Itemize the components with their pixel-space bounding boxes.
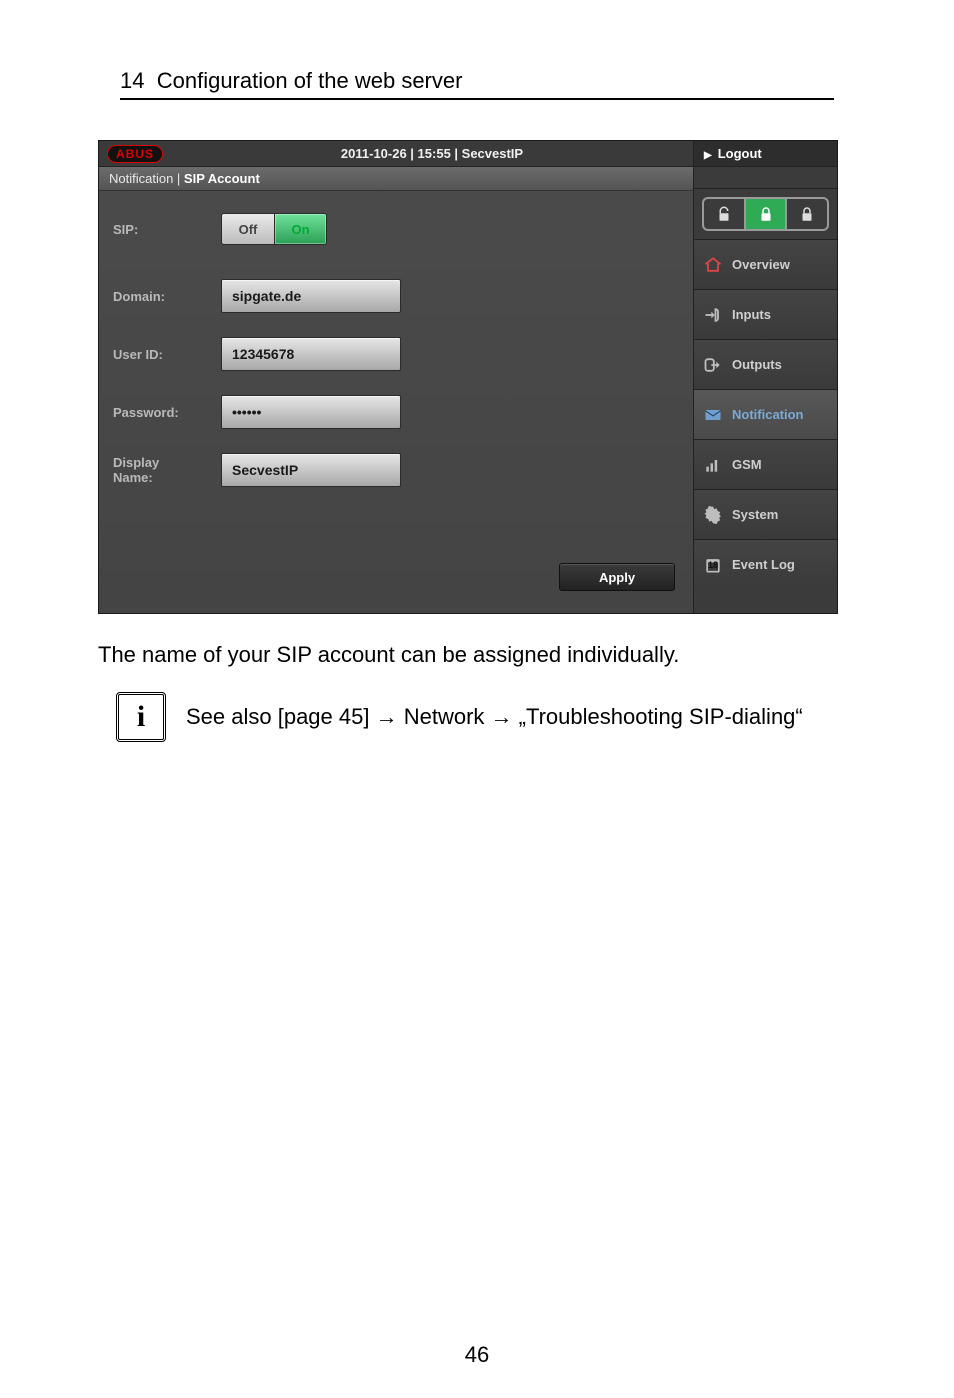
- breadcrumb-section: Notification: [109, 171, 173, 186]
- breadcrumb-page: SIP Account: [184, 171, 260, 186]
- sidebar-item-system[interactable]: System: [694, 489, 837, 539]
- note-tail: „Troubleshooting SIP-dialing“: [513, 704, 803, 729]
- sidebar-item-label: Overview: [732, 257, 790, 272]
- sidebar-item-inputs[interactable]: Inputs: [694, 289, 837, 339]
- lock-open-icon[interactable]: [704, 199, 744, 229]
- calendar-badge: 18: [708, 560, 718, 570]
- brand-text: ABUS: [107, 145, 163, 163]
- sidebar-item-label: Notification: [732, 407, 804, 422]
- top-bar: ABUS 2011-10-26 | 15:55 | SecvestIP ▶ Log…: [99, 141, 837, 167]
- sidebar-spacer: [694, 167, 837, 189]
- sidebar-item-label: GSM: [732, 457, 762, 472]
- logout-button[interactable]: ▶ Logout: [693, 141, 837, 166]
- sidebar-item-label: Outputs: [732, 357, 782, 372]
- sip-toggle[interactable]: Off On: [221, 213, 327, 245]
- sidebar: Overview Inputs Outputs: [693, 167, 837, 613]
- topbar-title: 2011-10-26 | 15:55 | SecvestIP: [171, 141, 693, 166]
- sidebar-item-label: Inputs: [732, 307, 771, 322]
- page-number: 46: [0, 1342, 954, 1398]
- arrow2: →: [491, 704, 513, 729]
- domain-label: Domain:: [113, 289, 221, 304]
- signal-bars-icon: [702, 454, 724, 476]
- sidebar-item-overview[interactable]: Overview: [694, 239, 837, 289]
- sidebar-item-label: System: [732, 507, 778, 522]
- arrow1: →: [376, 704, 398, 729]
- output-arrow-icon: [702, 354, 724, 376]
- sip-toggle-off[interactable]: Off: [222, 214, 274, 244]
- chapter-num: 14: [120, 68, 144, 93]
- userid-input[interactable]: [221, 337, 401, 371]
- body-paragraph: The name of your SIP account can be assi…: [98, 642, 874, 668]
- displayname-label: Display Name:: [113, 455, 221, 485]
- envelope-icon: [702, 404, 724, 426]
- password-input[interactable]: [221, 395, 401, 429]
- calendar-icon: 18: [702, 554, 724, 576]
- info-note: i See also [page 45] → Network → „Troubl…: [116, 692, 874, 742]
- screenshot-panel: ABUS 2011-10-26 | 15:55 | SecvestIP ▶ Log…: [98, 140, 838, 614]
- chapter-heading: 14 Configuration of the web server: [120, 68, 834, 94]
- chapter-title: Configuration of the web server: [157, 68, 463, 93]
- brand-logo: ABUS: [99, 141, 171, 166]
- sip-label: SIP:: [113, 222, 221, 237]
- lock-closed-icon[interactable]: [785, 199, 827, 229]
- domain-input[interactable]: [221, 279, 401, 313]
- apply-button[interactable]: Apply: [559, 563, 675, 591]
- chapter-rule: [120, 98, 834, 100]
- note-text: See also [page 45] → Network → „Troubles…: [186, 704, 803, 730]
- lock-partial-icon[interactable]: [744, 199, 786, 229]
- logout-label: Logout: [718, 146, 762, 161]
- house-icon: [702, 254, 724, 276]
- userid-label: User ID:: [113, 347, 221, 362]
- sidebar-item-label: Event Log: [732, 557, 795, 572]
- note-pre: See also [page 45]: [186, 704, 376, 729]
- chevron-right-icon: ▶: [704, 150, 712, 161]
- info-icon: i: [116, 692, 166, 742]
- input-arrow-icon: [702, 304, 724, 326]
- displayname-label-l1: Display: [113, 455, 159, 470]
- displayname-input[interactable]: [221, 453, 401, 487]
- password-label: Password:: [113, 405, 221, 420]
- gear-icon: [702, 504, 724, 526]
- sip-toggle-on[interactable]: On: [274, 214, 326, 244]
- main-panel: Notification | SIP Account SIP: Off On D…: [99, 167, 693, 613]
- sidebar-item-gsm[interactable]: GSM: [694, 439, 837, 489]
- breadcrumb-sep: |: [173, 171, 184, 186]
- sidebar-item-eventlog[interactable]: 18 Event Log: [694, 539, 837, 589]
- sidebar-item-notification[interactable]: Notification: [694, 389, 837, 439]
- sidebar-item-outputs[interactable]: Outputs: [694, 339, 837, 389]
- breadcrumb: Notification | SIP Account: [99, 167, 693, 191]
- displayname-label-l2: Name:: [113, 470, 153, 485]
- arm-status-box: [702, 197, 829, 231]
- note-mid: Network: [398, 704, 491, 729]
